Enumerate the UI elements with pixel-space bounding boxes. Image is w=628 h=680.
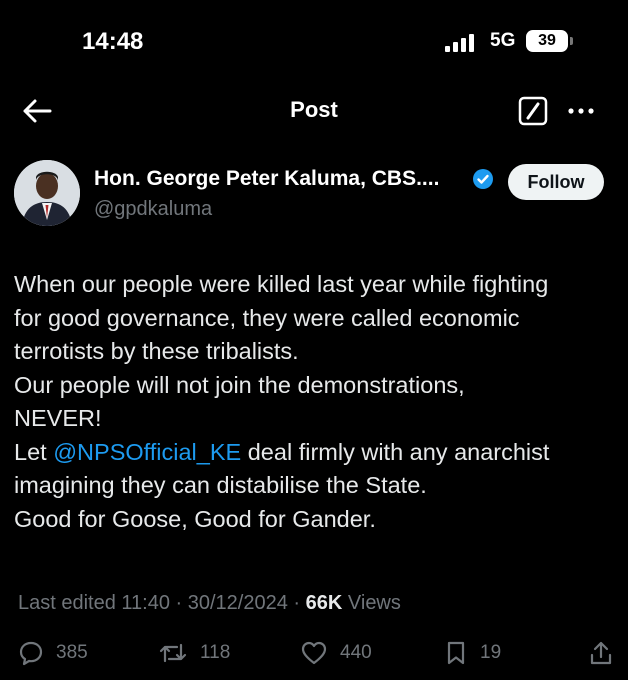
- battery-icon: 39: [526, 30, 568, 52]
- tweet-line: terrotists by these tribalists.: [14, 338, 299, 364]
- tweet-line-with-mention: Let @NPSOfficial_KE deal firmly with any…: [14, 436, 618, 470]
- edited-timestamp[interactable]: Last edited 11:40 · 30/12/2024 ·: [18, 592, 306, 614]
- author-row: Hon. George Peter Kaluma, CBS.... @gpdka…: [0, 160, 628, 230]
- reply-button[interactable]: 385: [18, 640, 88, 666]
- verified-icon: [472, 168, 494, 190]
- repost-count: 118: [200, 642, 231, 663]
- avatar[interactable]: [14, 160, 80, 226]
- tweet-line-prefix: Let: [14, 438, 47, 465]
- nav-bar: Post: [0, 86, 628, 136]
- tweet-line: imagining they can distabilise the State…: [14, 472, 427, 498]
- reply-icon: [19, 641, 43, 666]
- action-bar: 385 118 440 19: [0, 636, 628, 676]
- back-arrow-icon[interactable]: [20, 96, 54, 126]
- repost-icon: [159, 643, 187, 663]
- author-handle[interactable]: @gpdkaluma: [94, 198, 212, 221]
- tweet-line: Our people will not join the demonstrati…: [14, 371, 465, 398]
- bookmark-icon: [447, 641, 465, 665]
- post-meta: Last edited 11:40 · 30/12/2024 · 66K Vie…: [18, 592, 401, 615]
- bookmark-count: 19: [480, 642, 502, 663]
- like-icon: [301, 641, 327, 665]
- share-button[interactable]: [588, 640, 614, 666]
- grok-icon[interactable]: [518, 96, 548, 126]
- follow-button[interactable]: Follow: [508, 164, 604, 200]
- share-icon: [590, 641, 612, 665]
- tweet-line-suffix: deal firmly with any anarchist: [247, 438, 550, 465]
- views-label: Views: [347, 592, 401, 614]
- repost-button[interactable]: 118: [158, 640, 230, 666]
- cellular-signal-icon: [445, 32, 474, 52]
- battery-nub: [570, 37, 573, 45]
- reply-count: 385: [56, 642, 88, 663]
- author-display-name[interactable]: Hon. George Peter Kaluma, CBS....: [94, 167, 439, 191]
- mention-link[interactable]: @NPSOfficial_KE: [53, 439, 241, 465]
- tweet-text: When our people were killed last year wh…: [14, 268, 618, 536]
- status-bar: 14:48 5G 39: [0, 0, 628, 86]
- network-type: 5G: [490, 30, 516, 51]
- more-icon[interactable]: [566, 99, 596, 123]
- tweet-line: Good for Goose, Good for Gander.: [14, 505, 376, 532]
- bookmark-button[interactable]: 19: [444, 640, 501, 666]
- tweet-line: for good governance, they were called ec…: [14, 304, 520, 331]
- tweet-line: NEVER!: [14, 405, 102, 431]
- like-count: 440: [340, 642, 372, 663]
- views-count: 66K: [305, 592, 343, 614]
- like-button[interactable]: 440: [300, 640, 372, 666]
- status-time: 14:48: [82, 28, 144, 55]
- tweet-line: When our people were killed last year wh…: [14, 271, 549, 297]
